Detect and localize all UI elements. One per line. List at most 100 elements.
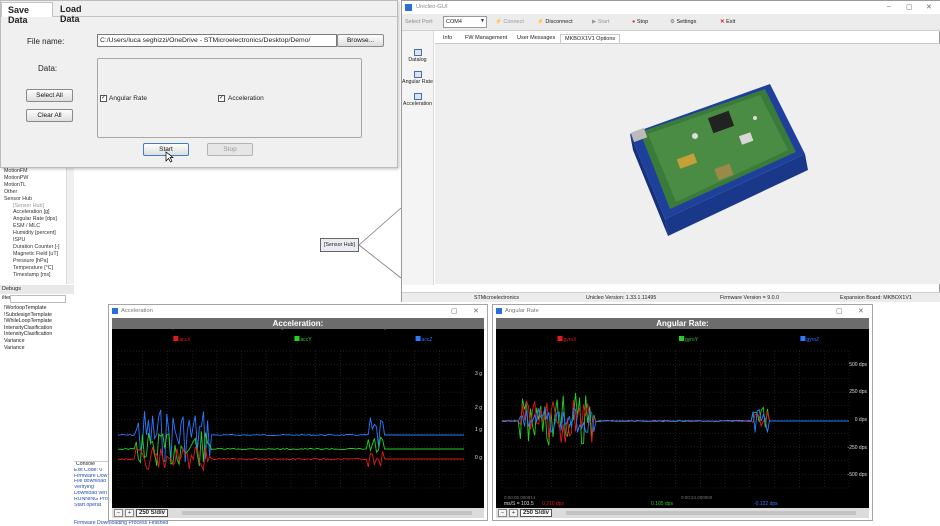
angular-rate-label: Angular Rate [109,95,147,102]
status-company: STMicroelectronics [474,295,520,301]
select-all-button[interactable]: Select All [26,89,73,102]
dialog-tabs: Save Data Load Data [1,1,399,25]
acceleration-scrollbar[interactable] [182,511,472,515]
close-icon[interactable]: ✕ [858,307,864,315]
tree-item[interactable]: MotionPW [0,175,73,182]
connect-label: Connect [503,19,524,25]
zoom-out-button[interactable]: − [498,509,507,517]
tree-item[interactable]: Angular Rate [dps] [0,216,73,223]
browse-button[interactable]: Browse... [337,34,384,47]
close-icon[interactable]: ✕ [473,307,479,315]
stop-button[interactable]: Stop [207,143,253,156]
tree-item[interactable]: MotionTL [0,182,73,189]
mouse-cursor-icon [165,151,174,163]
port-select[interactable]: COM4 ▼ [443,16,487,28]
exit-button[interactable]: ✕ Exit [720,19,735,25]
maximize-icon[interactable]: ▢ [906,3,913,11]
side-acceleration[interactable]: Acceleration [402,93,433,107]
settings-button[interactable]: ⚙ Settings [670,19,696,25]
acceleration-checkbox[interactable]: ✓ [218,95,225,102]
debug-item[interactable]: !WhileLoopTemplate [0,318,74,325]
side-acceleration-label: Acceleration [402,101,433,107]
side-datalog[interactable]: Datalog [402,49,433,63]
status-board: Expansion Board: MKBOX1V1 [840,295,912,301]
side-angular-rate[interactable]: Angular Rate [402,71,433,85]
status-bar: STMicroelectronics Unicleo Version: 1.33… [402,292,940,302]
readout-value: 0.925 g [370,329,387,331]
samples-per-div[interactable]: 250 S/div [136,509,169,517]
tree-item[interactable]: Timestamp [ms] [0,272,73,279]
samples-per-div[interactable]: 250 S/div [520,509,553,517]
time-label: 0:00:24.000000 [681,495,713,500]
tab-load-data[interactable]: Load Data [54,2,109,24]
start-acq-button[interactable]: ▶ Start [592,19,609,25]
tab-user-messages[interactable]: User Messages [513,34,559,42]
disconnect-button[interactable]: ⚡ Disconnect [537,19,573,25]
legend-swatch [557,336,563,341]
close-icon[interactable]: ✕ [926,3,932,11]
debug-item[interactable]: !WorloopTemplate [0,305,74,312]
angular-rate-plot[interactable]: Angular Rate: gyroX gyroY gyroZ 500 dps 250 … [496,318,869,508]
sensor-tree[interactable]: MotionFM MotionPW MotionTL Other Sensor Hub[… [0,168,74,284]
tree-item[interactable]: Humidity [percent] [0,230,73,237]
legend-swatch [678,336,684,341]
tree-item[interactable]: ISPU [0,237,73,244]
zoom-in-button[interactable]: + [125,509,134,517]
tree-item[interactable]: Sensor Hub [0,196,73,203]
zoom-out-button[interactable]: − [114,509,123,517]
tree-item[interactable]: Other [0,189,73,196]
clear-all-button[interactable]: Clear All [26,109,73,122]
maximize-icon[interactable]: ▢ [836,307,843,315]
status-unicleo-version: Unicleo Version: 1.33.1.11495 [586,295,657,301]
debug-item[interactable]: IntensityClasification [0,325,74,332]
tab-fw-management[interactable]: FW Management [461,34,511,42]
zoom-in-button[interactable]: + [509,509,518,517]
angular-rate-checkbox[interactable]: ✓ [100,95,107,102]
minimize-icon[interactable]: – [887,3,891,10]
stop-acq-button[interactable]: ● Stop [632,19,648,25]
angular-rate-window-title: Angular Rate [505,308,539,314]
legend-label: gyroY [685,337,699,343]
window-title: Unicleo-GUI [416,4,448,10]
datalog-icon [413,49,422,56]
tree-item[interactable]: Acceleration [g] [0,209,73,216]
angular-rate-chart: gyroX gyroY gyroZ 500 dps 250 dps 0 dps -250 d… [501,336,867,507]
tab-mkbox-options[interactable]: MKBOX1V1 Options [560,34,621,43]
sensor-hub-node[interactable]: [Sensor Hub] [320,238,359,252]
debug-item[interactable]: Variance [0,345,74,352]
filter-input[interactable] [10,295,66,303]
angular-rate-icon [413,71,422,78]
tree-item[interactable]: Temperature [°C] [0,265,73,272]
status-firmware-version: Firmware Version = 9.0.0 [720,295,780,301]
select-port-label: Select Port: [405,19,434,25]
file-name-label: File name: [27,37,65,46]
tree-scrollbar[interactable] [66,168,74,284]
y-tick-label: 250 dps [849,389,867,395]
tree-item[interactable]: Duration Counter [-] [0,244,73,251]
unicleo-tabs: Info FW Management User Messages MKBOX1V… [435,32,940,44]
tree-item[interactable]: Magnetic Field [uT] [0,251,73,258]
tree-item[interactable]: ESM / MLC [0,223,73,230]
acceleration-chart: accX accY accZ 3 g 2 g 1 g 0 g 0:00:00.000014 0:… [117,329,482,489]
gyroy-trace [501,392,849,446]
file-name-input[interactable]: C:/Users/luca seghizzi/OneDrive - STMicr… [97,34,337,47]
app-logo-icon [112,308,118,314]
connect-button[interactable]: ⚡ Connect [495,19,524,25]
tab-save-data[interactable]: Save Data [1,2,53,25]
debug-item[interactable]: !SubdesignTemplate [0,312,74,319]
legend-label: gyroX [564,337,578,343]
angular-rate-scrollbar[interactable] [566,511,856,515]
debug-item[interactable]: Variance [0,338,74,345]
debug-item[interactable]: IntensityClasification [0,331,74,338]
acceleration-window-title: Acceleration [121,308,153,314]
readout-value: 0.063 g [158,329,175,331]
tree-item[interactable]: Pressure [hPa] [0,258,73,265]
tree-item[interactable]: [Sensor Hub] [0,203,73,210]
maximize-icon[interactable]: ▢ [451,307,458,315]
tree-item[interactable]: MotionFM [0,168,73,175]
tab-info[interactable]: Info [439,34,456,42]
acceleration-window: Acceleration ▢ ✕ Acceleration: accX accY ac… [108,304,488,521]
acceleration-plot[interactable]: Acceleration: accX accY accZ 3 g 2 g 1 g 0 g 0:… [112,318,484,508]
start-label: Start [597,19,610,25]
acceleration-controls: − + 250 S/div [112,508,484,518]
